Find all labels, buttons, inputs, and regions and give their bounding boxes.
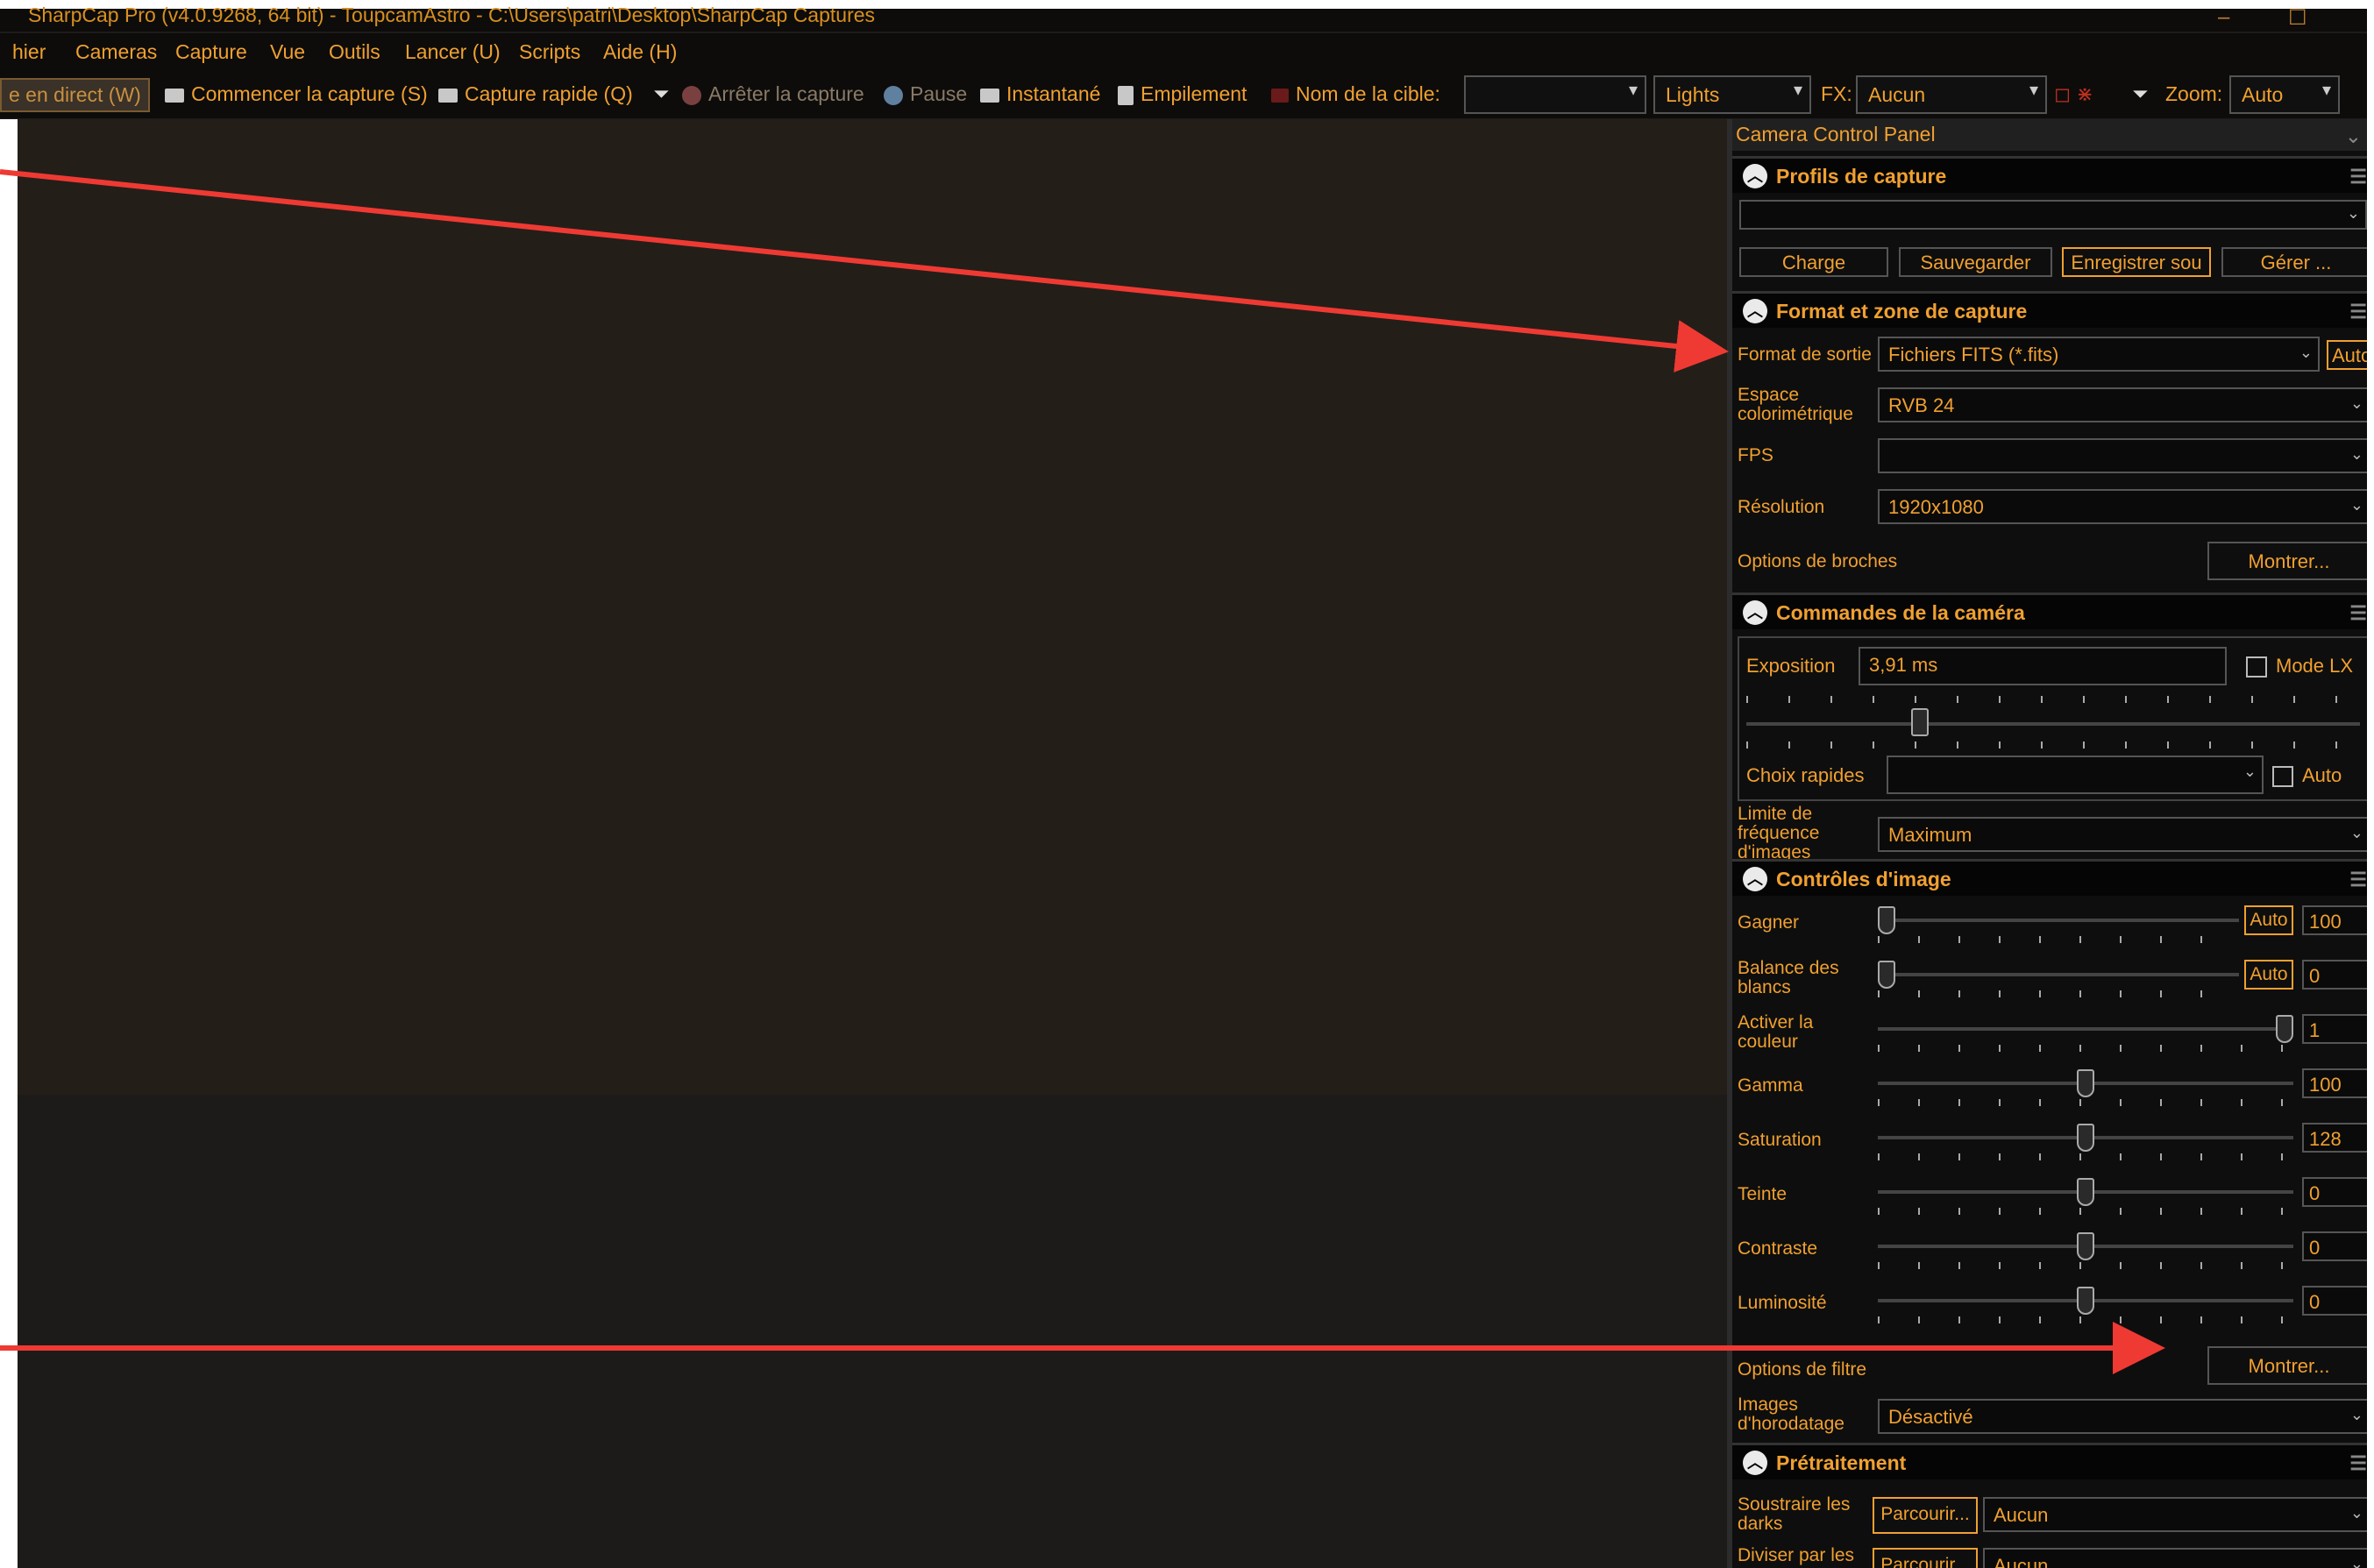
annotation-arrows (0, 169, 2165, 1374)
screenshot: SharpCap Pro (v4.0.9268, 64 bit) - Toupc… (0, 0, 2367, 1568)
arrow-to-output-format (0, 169, 1729, 372)
